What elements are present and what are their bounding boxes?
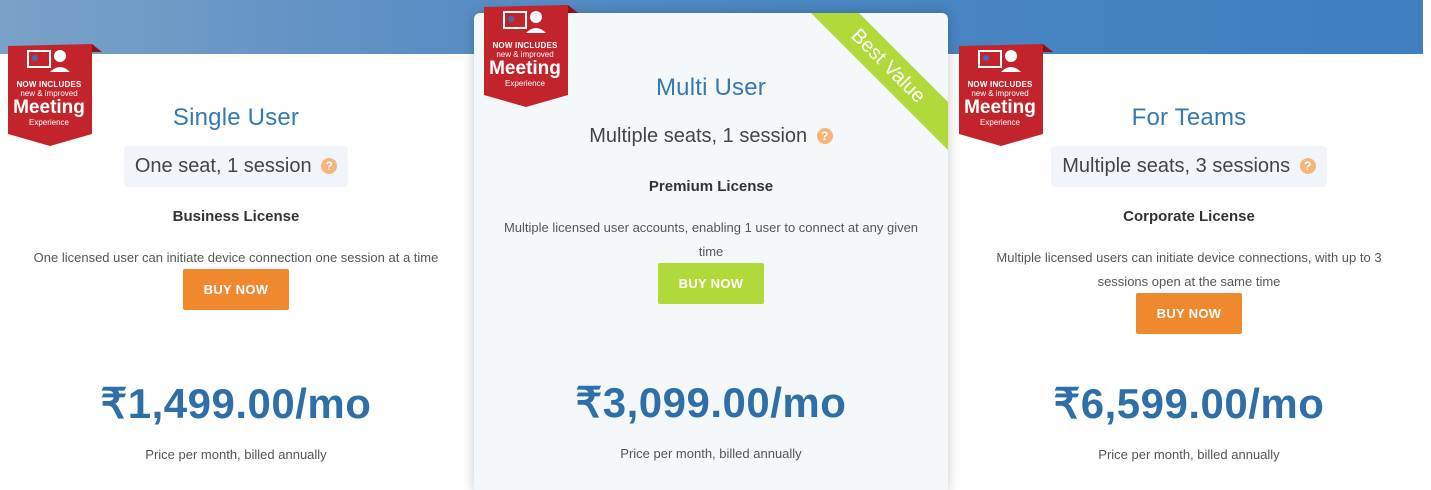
help-icon[interactable]: ? bbox=[321, 158, 338, 174]
seats-label: Multiple seats, 1 session bbox=[589, 125, 808, 147]
meeting-badge: NOW INCLUDES new & improved Meeting Expe… bbox=[482, 3, 578, 109]
badge-line-3: Meeting bbox=[13, 97, 85, 118]
price-note: Price per month, billed annually bbox=[620, 446, 802, 461]
license-type: Premium License bbox=[648, 178, 774, 195]
seats-info: Multiple seats, 3 sessions ? bbox=[1051, 146, 1327, 187]
meeting-badge: NOW INCLUDES new & improved Meeting Expe… bbox=[6, 42, 102, 148]
help-icon[interactable]: ? bbox=[816, 128, 833, 144]
badge-line-3: Meeting bbox=[489, 58, 561, 79]
badge-line-3: Meeting bbox=[964, 97, 1036, 118]
plan-description-line: Multiple licensed users can initiate dev… bbox=[996, 250, 1382, 265]
price-note: Price per month, billed annually bbox=[1098, 447, 1280, 462]
seats-label: One seat, 1 session bbox=[134, 155, 312, 177]
buy-now-button[interactable]: BUY NOW bbox=[658, 263, 764, 304]
plan-description-line: Multiple licensed user accounts, enablin… bbox=[503, 220, 919, 235]
plan-price: ₹3,099.00/mo bbox=[575, 379, 847, 426]
plan-description-line: sessions open at the same time bbox=[1097, 274, 1281, 289]
buy-now-button[interactable]: BUY NOW bbox=[183, 269, 289, 310]
badge-line-4: Experience bbox=[979, 118, 1021, 127]
plan-price: ₹1,499.00/mo bbox=[100, 380, 372, 427]
plan-price: ₹6,599.00/mo bbox=[1053, 380, 1325, 427]
badge-line-4: Experience bbox=[28, 118, 70, 127]
plan-description-line: time bbox=[698, 244, 724, 259]
buy-now-button[interactable]: BUY NOW bbox=[1136, 293, 1242, 334]
seats-info: One seat, 1 session ? bbox=[123, 146, 349, 187]
badge-line-1: NOW INCLUDES bbox=[16, 80, 82, 89]
license-type: Business License bbox=[172, 208, 300, 225]
price-note: Price per month, billed annually bbox=[145, 447, 327, 462]
badge-line-1: NOW INCLUDES bbox=[967, 80, 1033, 89]
plan-description: One licensed user can initiate device co… bbox=[33, 250, 439, 265]
badge-line-4: Experience bbox=[504, 79, 546, 88]
help-icon[interactable]: ? bbox=[1299, 158, 1316, 174]
plan-description: Multiple licensed users can initiate dev… bbox=[973, 246, 1405, 294]
badge-line-1: NOW INCLUDES bbox=[492, 41, 558, 50]
seats-label: Multiple seats, 3 sessions bbox=[1062, 155, 1291, 177]
meeting-badge: NOW INCLUDES new & improved Meeting Expe… bbox=[957, 42, 1053, 148]
license-type: Corporate License bbox=[1123, 208, 1255, 225]
seats-info: Multiple seats, 1 session ? bbox=[578, 116, 843, 157]
plan-description: Multiple licensed user accounts, enablin… bbox=[494, 216, 928, 264]
